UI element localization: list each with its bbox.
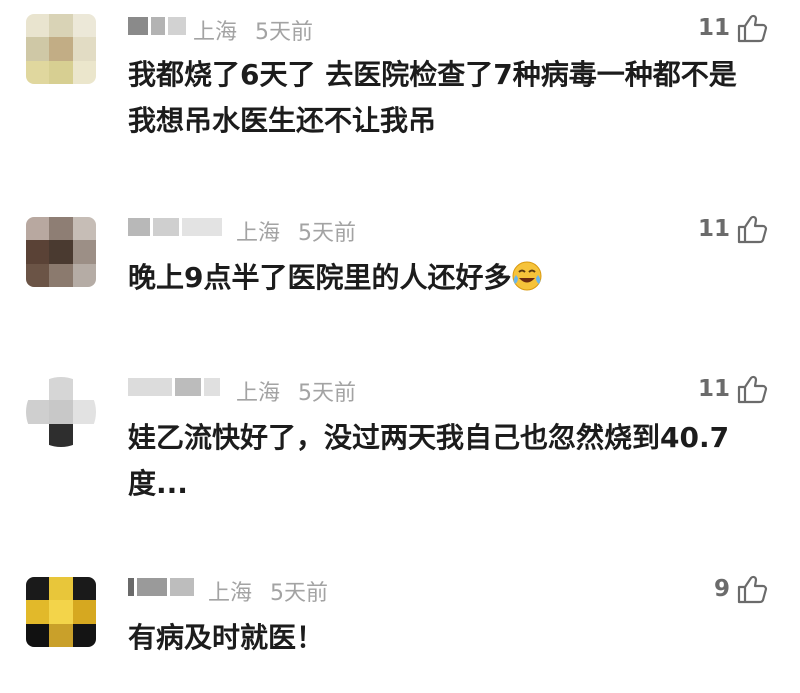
comment-text-line: 晚上9点半了医院里的人还好多: [128, 255, 768, 301]
location: 上海: [193, 20, 238, 45]
comment-item: 上海 5天前 9 有病及时就医！: [0, 565, 800, 685]
comment-meta: 上海 5天前: [236, 215, 356, 247]
comment-meta: 上海 5天前: [236, 375, 356, 407]
comment-item: 上海 5天前 11 我都烧了6天了 去医院检查了7种病毒一种都不是 我想吊水医生还…: [0, 0, 800, 160]
thumbs-up-icon: [737, 575, 768, 604]
blurred-username[interactable]: [128, 373, 223, 401]
timestamp: 5天前: [270, 581, 329, 606]
timestamp: 5天前: [255, 20, 314, 45]
thumbs-up-icon: [737, 215, 768, 244]
laughing-crying-emoji-icon: [512, 261, 542, 291]
timestamp: 5天前: [298, 381, 357, 406]
comment-text: 我都烧了6天了 去医院检查了7种病毒一种都不是 我想吊水医生还不让我吊: [128, 58, 737, 137]
thumbs-up-icon: [737, 14, 768, 43]
like-count: 11: [697, 216, 730, 242]
like-count: 11: [697, 15, 730, 41]
like-button[interactable]: 11: [698, 12, 768, 44]
blurred-username[interactable]: [128, 12, 189, 40]
like-count: 11: [697, 376, 730, 402]
avatar[interactable]: [26, 377, 96, 447]
blurred-username[interactable]: [128, 213, 225, 241]
comment-meta: 上海 5天前: [208, 575, 328, 607]
comment-text: 有病及时就医！: [128, 621, 325, 654]
thumbs-up-icon: [737, 375, 768, 404]
like-button[interactable]: 11: [698, 373, 768, 405]
comment-item: 上海 5天前 11 娃乙流快好了，没过两天我自己也忽然烧到40.7度...: [0, 355, 800, 525]
location: 上海: [208, 581, 253, 606]
location: 上海: [236, 221, 281, 246]
timestamp: 5天前: [298, 221, 357, 246]
comment-text: 晚上9点半了医院里的人还好多: [128, 261, 512, 294]
like-count: 9: [713, 576, 730, 602]
avatar[interactable]: [26, 577, 96, 647]
blurred-username[interactable]: [128, 573, 197, 601]
like-button[interactable]: 9: [714, 573, 768, 605]
like-button[interactable]: 11: [698, 213, 768, 245]
comment-item: 上海 5天前 11 晚上9点半了医院里的人还好多: [0, 195, 800, 335]
comment-text: 娃乙流快好了，没过两天我自己也忽然烧到40.7度...: [128, 421, 730, 500]
comment-meta: 上海 5天前: [193, 14, 313, 46]
avatar[interactable]: [26, 14, 96, 84]
location: 上海: [236, 381, 281, 406]
avatar[interactable]: [26, 217, 96, 287]
